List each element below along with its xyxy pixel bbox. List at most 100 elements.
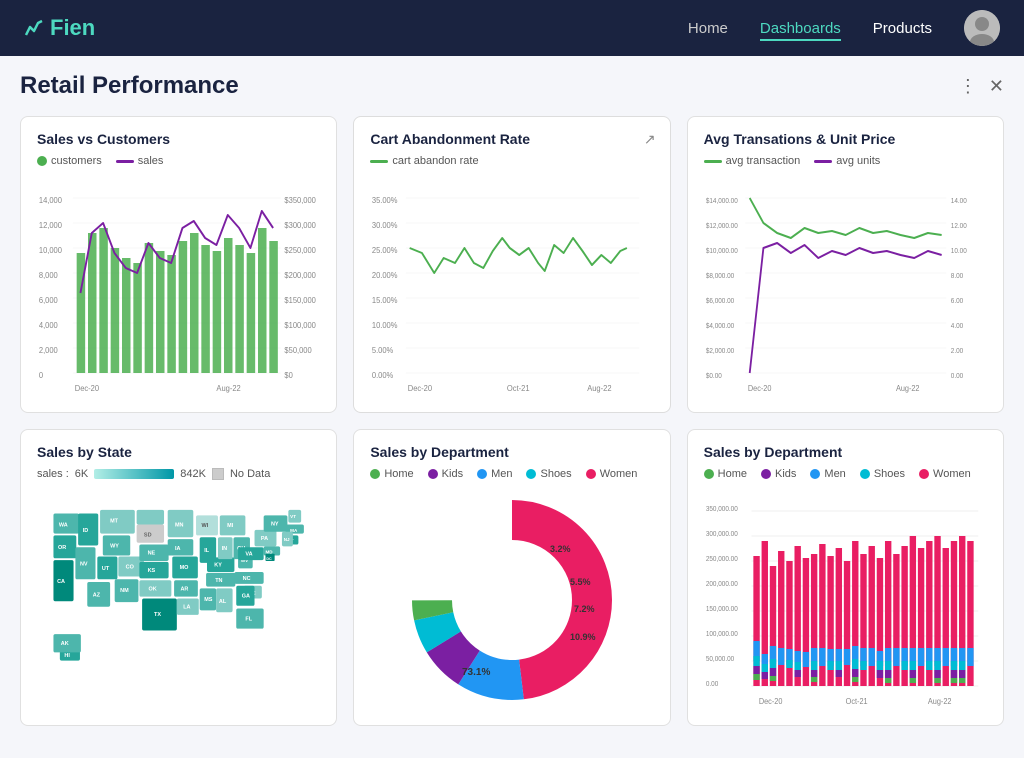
- sales-dept-bar-chart: 350,000.00 300,000.00 250,000.00 200,000…: [704, 486, 987, 711]
- sales-state-title: Sales by State: [37, 444, 320, 460]
- svg-text:IN: IN: [222, 546, 228, 552]
- svg-text:350,000.00: 350,000.00: [705, 506, 737, 513]
- customers-label: customers: [51, 155, 102, 167]
- nav-dashboards[interactable]: Dashboards: [760, 16, 841, 41]
- svg-text:NC: NC: [243, 576, 251, 582]
- svg-text:ID: ID: [83, 528, 89, 534]
- svg-text:DC: DC: [266, 557, 272, 561]
- svg-text:MO: MO: [180, 565, 190, 571]
- main-nav: Home Dashboards Products: [688, 10, 1000, 46]
- svg-text:$10,000.00: $10,000.00: [705, 248, 737, 255]
- logo: Fien: [24, 15, 95, 41]
- svg-text:5.5%: 5.5%: [570, 577, 591, 587]
- svg-text:$350,000: $350,000: [284, 196, 316, 205]
- svg-text:8.00: 8.00: [950, 273, 963, 280]
- svg-text:AZ: AZ: [93, 593, 101, 599]
- legend-customers: customers: [37, 155, 102, 167]
- svg-text:25.00%: 25.00%: [372, 246, 398, 255]
- svg-text:UT: UT: [102, 566, 110, 572]
- svg-text:35.00%: 35.00%: [372, 196, 398, 205]
- svg-text:3.2%: 3.2%: [550, 544, 571, 554]
- svg-text:73.1%: 73.1%: [462, 667, 490, 678]
- svg-text:MI: MI: [227, 523, 234, 529]
- svg-text:Aug-22: Aug-22: [588, 384, 612, 393]
- svg-text:LA: LA: [183, 605, 190, 611]
- bar-legend-kids: Kids: [761, 468, 796, 480]
- nav-home[interactable]: Home: [688, 16, 728, 41]
- sales-customers-legend: customers sales: [37, 155, 320, 167]
- svg-text:0.00: 0.00: [950, 373, 963, 380]
- page-content: Retail Performance ⋮ ✕ Sales vs Customer…: [0, 56, 1024, 758]
- map-max-label: 842K: [180, 468, 206, 480]
- logo-icon: [24, 17, 46, 39]
- header: Fien Home Dashboards Products: [0, 0, 1024, 56]
- sales-by-dept-bar-card: Sales by Department Home Kids Men Shoes …: [687, 429, 1004, 726]
- donut-chart-container: 3.2% 5.5% 7.2% 10.9% 73.1%: [370, 486, 653, 710]
- legend-cart-abandon: cart abandon rate: [370, 155, 478, 167]
- svg-text:14,000: 14,000: [39, 196, 63, 205]
- svg-text:$0.00: $0.00: [705, 373, 721, 380]
- svg-text:100,000.00: 100,000.00: [705, 631, 737, 638]
- avg-units-label: avg units: [836, 155, 880, 167]
- svg-text:$14,000.00: $14,000.00: [705, 198, 737, 205]
- map-nodata-swatch: [212, 468, 224, 480]
- svg-text:TN: TN: [215, 578, 222, 584]
- svg-text:CO: CO: [126, 564, 135, 570]
- sales-customers-title: Sales vs Customers: [37, 131, 320, 147]
- top-row: Sales vs Customers customers sales 14,00…: [20, 116, 1004, 413]
- nav-products[interactable]: Products: [873, 16, 932, 41]
- svg-text:MT: MT: [110, 519, 119, 525]
- svg-text:4.00: 4.00: [950, 323, 963, 330]
- svg-text:200,000.00: 200,000.00: [705, 581, 737, 588]
- svg-text:SD: SD: [144, 532, 152, 538]
- bottom-row: Sales by State sales : 6K 842K No Data W…: [20, 429, 1004, 726]
- avg-transactions-title: Avg Transations & Unit Price: [704, 131, 987, 147]
- svg-text:2.00: 2.00: [950, 348, 963, 355]
- more-icon[interactable]: ⋮: [959, 76, 977, 97]
- svg-text:$6,000.00: $6,000.00: [705, 298, 734, 305]
- close-icon[interactable]: ✕: [989, 76, 1004, 97]
- expand-icon[interactable]: ↗: [644, 131, 656, 148]
- svg-text:6,000: 6,000: [39, 296, 59, 305]
- page-header: Retail Performance ⋮ ✕: [20, 72, 1004, 100]
- svg-text:10.9%: 10.9%: [570, 632, 596, 642]
- avg-trans-label: avg transaction: [726, 155, 801, 167]
- avatar-icon: [964, 10, 1000, 46]
- svg-text:Aug-22: Aug-22: [216, 384, 240, 393]
- avg-trans-line-icon: [704, 160, 722, 163]
- map-min-label: 6K: [75, 468, 88, 480]
- cart-abandonment-legend: cart abandon rate: [370, 155, 653, 167]
- map-nodata-label: No Data: [230, 468, 270, 480]
- legend-women: Women: [586, 468, 638, 480]
- svg-text:PA: PA: [261, 536, 268, 542]
- svg-text:15.00%: 15.00%: [372, 296, 398, 305]
- svg-text:MN: MN: [175, 522, 184, 528]
- avg-units-line-icon: [814, 160, 832, 163]
- svg-text:$2,000.00: $2,000.00: [705, 348, 734, 355]
- svg-text:10.00%: 10.00%: [372, 321, 398, 330]
- avg-transactions-legend: avg transaction avg units: [704, 155, 987, 167]
- legend-avg-units: avg units: [814, 155, 880, 167]
- svg-text:KY: KY: [214, 562, 222, 568]
- cart-abandonment-title: Cart Abandonment Rate: [370, 131, 653, 147]
- avatar[interactable]: [964, 10, 1000, 46]
- svg-text:$200,000: $200,000: [284, 271, 316, 280]
- legend-avg-trans: avg transaction: [704, 155, 801, 167]
- svg-text:30.00%: 30.00%: [372, 221, 398, 230]
- svg-text:$0: $0: [284, 371, 293, 380]
- svg-text:5.00%: 5.00%: [372, 346, 393, 355]
- svg-text:AK: AK: [61, 641, 69, 647]
- svg-text:0.00: 0.00: [705, 681, 718, 688]
- svg-text:7.2%: 7.2%: [574, 604, 595, 614]
- svg-text:AL: AL: [219, 599, 227, 605]
- svg-text:12.00: 12.00: [950, 223, 966, 230]
- svg-text:$100,000: $100,000: [284, 321, 316, 330]
- svg-text:VT: VT: [290, 514, 296, 519]
- svg-text:AR: AR: [180, 586, 188, 592]
- svg-text:250,000.00: 250,000.00: [705, 556, 737, 563]
- sales-dept-bar-legend: Home Kids Men Shoes Women: [704, 468, 987, 480]
- sales-line-icon: [116, 160, 134, 163]
- svg-text:OR: OR: [58, 545, 66, 551]
- svg-text:10.00: 10.00: [950, 248, 966, 255]
- svg-text:$150,000: $150,000: [284, 296, 316, 305]
